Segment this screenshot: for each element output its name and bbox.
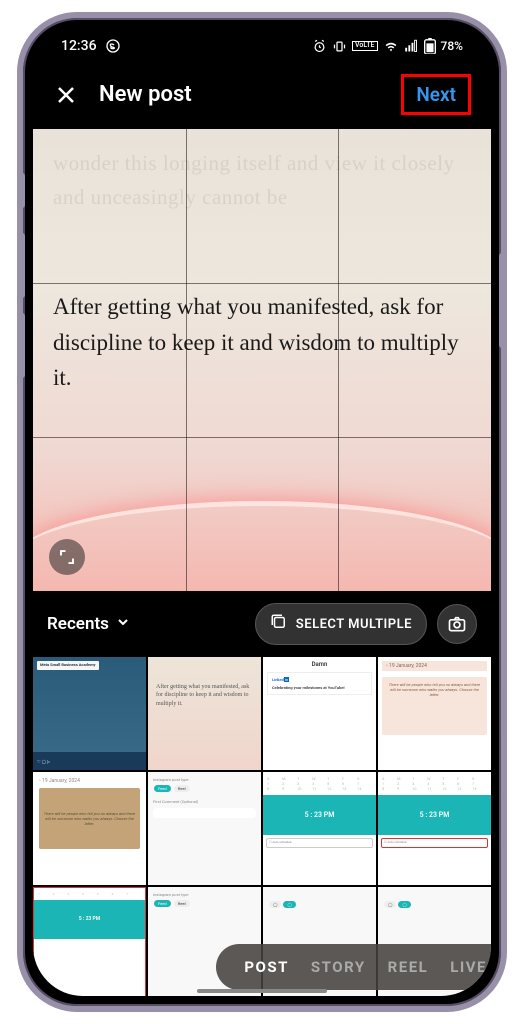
gallery-thumb[interactable]: After getting what you manifested, ask f… bbox=[148, 657, 261, 770]
status-bar: 12:36 VoLTE bbox=[33, 28, 491, 60]
app-header: New post Next bbox=[33, 60, 491, 129]
power-button bbox=[499, 253, 505, 348]
tab-reel[interactable]: REEL bbox=[388, 958, 429, 976]
gallery-thumb[interactable]: SMTWTFS1234567891011121314 5 : 23 PM ☐ A… bbox=[263, 772, 376, 885]
album-label: Recents bbox=[47, 614, 109, 634]
gallery-thumb[interactable]: Damn Linkedin Celebrating your milestone… bbox=[263, 657, 376, 770]
gallery-thumb[interactable]: 1234567 5 : 23 PM bbox=[33, 887, 146, 996]
volume-down-button bbox=[19, 313, 25, 378]
page-title: New post bbox=[99, 82, 381, 107]
wifi-icon bbox=[383, 38, 399, 54]
expand-crop-button[interactable] bbox=[49, 539, 85, 575]
next-button[interactable]: Next bbox=[401, 74, 471, 115]
stack-icon bbox=[270, 613, 288, 635]
signal-icon bbox=[404, 39, 419, 54]
alarm-icon bbox=[312, 39, 327, 54]
mode-tabs: POST STORY REEL LIVE bbox=[216, 944, 491, 990]
preview-area[interactable]: wonder this longing itself and view it c… bbox=[33, 129, 491, 591]
select-multiple-button[interactable]: SELECT MULTIPLE bbox=[255, 603, 427, 645]
whatsapp-icon bbox=[105, 38, 121, 54]
tab-story[interactable]: STORY bbox=[311, 958, 366, 976]
battery-percent: 78% bbox=[441, 39, 463, 53]
home-indicator[interactable] bbox=[197, 989, 327, 993]
select-multiple-label: SELECT MULTIPLE bbox=[296, 617, 412, 632]
tab-post[interactable]: POST bbox=[244, 958, 289, 976]
camera-button[interactable] bbox=[437, 604, 477, 644]
chevron-down-icon bbox=[115, 614, 131, 635]
clock: 12:36 bbox=[61, 38, 97, 54]
gallery-thumb[interactable]: Meta Small Business Academy ♡ ◯ ▷ bbox=[33, 657, 146, 770]
gallery-thumb[interactable]: Instagram post type Feed Reel First Comm… bbox=[148, 772, 261, 885]
vibrate-icon bbox=[332, 39, 347, 54]
volte-icon: VoLTE bbox=[352, 41, 377, 51]
battery-icon bbox=[424, 38, 436, 54]
album-selector[interactable]: Recents bbox=[47, 614, 131, 635]
volume-up-button bbox=[19, 233, 25, 298]
close-icon[interactable] bbox=[53, 82, 79, 108]
screen: 12:36 VoLTE bbox=[33, 28, 491, 996]
gallery-thumb[interactable]: SMTWTFS1234567891011121314 5 : 23 PM ☑ A… bbox=[378, 772, 491, 885]
gallery-thumb[interactable]: ▫ 19 January, 2024 There will be people … bbox=[378, 657, 491, 770]
side-button bbox=[19, 173, 25, 208]
tab-live[interactable]: LIVE bbox=[450, 958, 487, 976]
crop-grid bbox=[33, 129, 491, 591]
phone-frame: 12:36 VoLTE bbox=[17, 12, 507, 1012]
gallery-thumb[interactable]: ▫ 19 January, 2024 There will be people … bbox=[33, 772, 146, 885]
gallery-header: Recents SELECT MULTIPLE bbox=[33, 591, 491, 657]
